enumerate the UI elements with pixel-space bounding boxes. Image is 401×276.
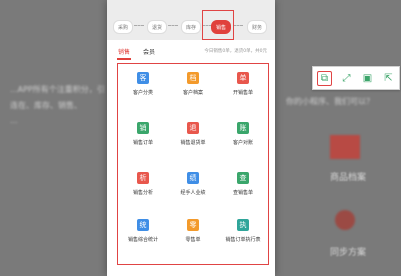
save-icon: ▣ bbox=[362, 72, 373, 84]
query-sales-order-icon: 查 bbox=[237, 172, 249, 184]
menu-item-handler-performance[interactable]: 绩 经手人业绩 bbox=[168, 172, 218, 196]
menu-item-label: 销售订单执行表 bbox=[225, 237, 261, 243]
toolbar-button-export[interactable]: ⇱ bbox=[382, 72, 395, 85]
menu-item-sales-analysis[interactable]: 析 销售分析 bbox=[118, 172, 168, 196]
menu-item-label: 销售订单 bbox=[132, 140, 153, 146]
menu-item-label: 销售退货单 bbox=[180, 140, 206, 146]
export-icon: ⇱ bbox=[384, 72, 393, 84]
bg-text-4: 你的小程序、我们可以？ bbox=[286, 97, 374, 106]
toolbar-button-expand[interactable]: ⤢ bbox=[340, 72, 353, 85]
sales-return-icon: 退 bbox=[187, 122, 199, 134]
step-return[interactable]: 退货 bbox=[147, 20, 167, 34]
daily-summary: 今日销售0单，退货0单，共0元 bbox=[204, 49, 267, 54]
customer-category-icon: 客 bbox=[137, 72, 149, 84]
menu-item-label: 销售分析 bbox=[132, 190, 153, 196]
tab-member[interactable]: 会员 bbox=[143, 47, 155, 56]
menu-item-sales-statistics[interactable]: 统 销售综合统计 bbox=[118, 219, 168, 243]
handler-performance-icon: 绩 bbox=[187, 172, 199, 184]
menu-item-label: 零售单 bbox=[185, 237, 201, 243]
menu-item-label: 经手人业绩 bbox=[180, 190, 206, 196]
expand-icon: ⤢ bbox=[342, 72, 351, 84]
customer-profile-icon: 档 bbox=[187, 72, 199, 84]
menu-item-customer-profile[interactable]: 档 客户档案 bbox=[168, 72, 218, 96]
menu-item-customer-category[interactable]: 客 客户分类 bbox=[118, 72, 168, 96]
menu-item-label: 查销售单 bbox=[232, 190, 253, 196]
step-purchase[interactable]: 采购 bbox=[113, 20, 133, 34]
tab-bar: 销售 会员 今日销售0单，退货0单，共0元 bbox=[117, 44, 267, 60]
bg-card-icon bbox=[330, 135, 360, 159]
menu-item-label: 开销售单 bbox=[232, 90, 253, 96]
menu-item-label: 客户档案 bbox=[182, 90, 203, 96]
menu-item-label: 客户对账 bbox=[232, 140, 253, 146]
toolbar-button-copy[interactable]: ⧉ bbox=[317, 70, 332, 86]
step-connector bbox=[134, 25, 144, 26]
retail-order-icon: 零 bbox=[187, 219, 199, 231]
menu-item-sales-order[interactable]: 销 销售订单 bbox=[118, 122, 168, 146]
menu-item-order-execution[interactable]: 执 销售订单执行表 bbox=[218, 219, 268, 243]
menu-item-label: 客户分类 bbox=[132, 90, 153, 96]
active-step-highlight bbox=[202, 10, 234, 40]
customer-reconcile-icon: 账 bbox=[237, 122, 249, 134]
menu-item-label: 销售综合统计 bbox=[127, 237, 158, 243]
bg-text-3: ... bbox=[10, 116, 18, 125]
toolbar-button-save[interactable]: ▣ bbox=[361, 72, 374, 85]
step-inventory[interactable]: 库存 bbox=[181, 20, 201, 34]
menu-item-query-sales-order[interactable]: 查 查销售单 bbox=[218, 172, 268, 196]
process-steps: 采购 退货 库存 销售 财务 bbox=[107, 0, 275, 40]
menu-item-retail-order[interactable]: 零 零售单 bbox=[168, 219, 218, 243]
sales-analysis-icon: 析 bbox=[137, 172, 149, 184]
tab-sales[interactable]: 销售 bbox=[118, 47, 130, 56]
step-connector bbox=[168, 25, 178, 26]
bg-card-label-1: 商品档案 bbox=[330, 173, 367, 183]
bg-text-2: 连在、库存、销售、 bbox=[10, 101, 82, 110]
copy-icon: ⧉ bbox=[320, 72, 329, 84]
floating-toolbar: ⧉ ⤢ ▣ ⇱ bbox=[312, 66, 400, 90]
menu-item-sales-return[interactable]: 退 销售退货单 bbox=[168, 122, 218, 146]
order-execution-icon: 执 bbox=[237, 219, 249, 231]
step-finance[interactable]: 财务 bbox=[247, 20, 267, 34]
sales-order-icon: 销 bbox=[137, 122, 149, 134]
sales-statistics-icon: 统 bbox=[137, 219, 149, 231]
bg-card-label-2: 同步方案 bbox=[330, 248, 367, 258]
menu-item-new-sales-order[interactable]: 单 开销售单 bbox=[218, 72, 268, 96]
phone-screen: 采购 退货 库存 销售 财务 销售 会员 今日销售0单，退货0单，共0元 客 客… bbox=[107, 0, 275, 276]
step-connector bbox=[233, 25, 243, 26]
bg-card-icon-2 bbox=[335, 210, 355, 230]
menu-item-customer-reconcile[interactable]: 账 客户对账 bbox=[218, 122, 268, 146]
new-sales-order-icon: 单 bbox=[237, 72, 249, 84]
bg-text-1: ...APP所有个注重积分，引 bbox=[10, 85, 105, 94]
sales-menu-grid: 客 客户分类 档 客户档案 单 开销售单 销 销售订单 退 销售退货单 账 客户… bbox=[117, 63, 269, 265]
tab-underline bbox=[117, 58, 131, 60]
